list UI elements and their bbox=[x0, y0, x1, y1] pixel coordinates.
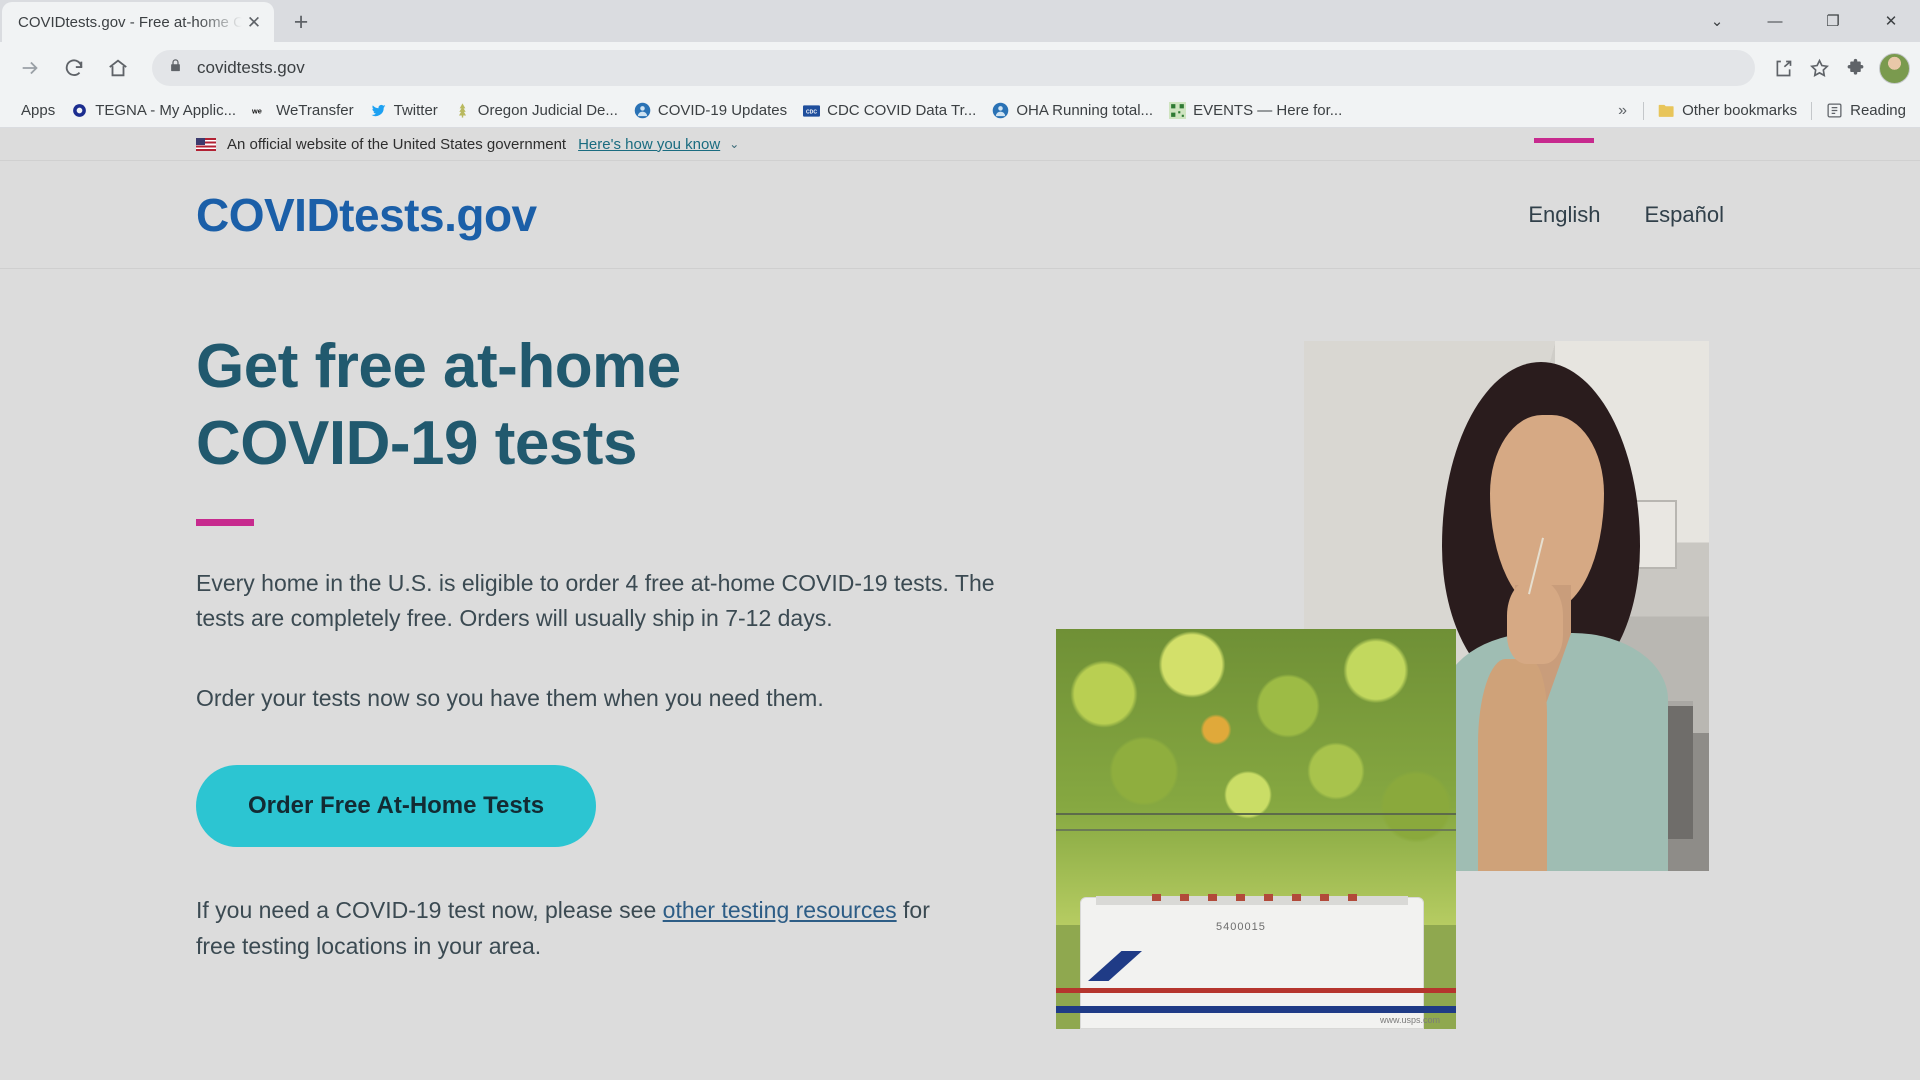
lock-icon bbox=[168, 58, 183, 78]
oha-person-icon bbox=[992, 102, 1009, 119]
us-flag-icon bbox=[196, 137, 216, 151]
page-title-line1: Get free at-home bbox=[196, 332, 681, 401]
truck-url: www.usps.com bbox=[1379, 1015, 1440, 1025]
window-controls: ⌄ — ❐ ✕ bbox=[1688, 0, 1920, 42]
bookmark-apps[interactable]: Apps bbox=[6, 98, 63, 124]
browser-toolbar: covidtests.gov bbox=[0, 42, 1920, 94]
wetransfer-icon: we bbox=[252, 102, 269, 119]
bookmark-item-oha-running-total[interactable]: OHA Running total... bbox=[984, 98, 1161, 124]
close-icon[interactable]: ✕ bbox=[242, 10, 266, 34]
hero-section: Get free at-home COVID-19 tests Every ho… bbox=[0, 269, 1920, 1029]
bookmarks-bar: Apps TEGNA - My Applic... we WeTransfer … bbox=[0, 94, 1920, 128]
home-icon[interactable] bbox=[98, 48, 138, 88]
note-text-before: If you need a COVID-19 test now, please … bbox=[196, 896, 663, 923]
page-content: An official website of the United States… bbox=[0, 128, 1920, 1080]
page-title-line2: COVID-19 tests bbox=[196, 408, 637, 478]
tegna-o-icon bbox=[71, 102, 88, 119]
bookmark-label: Apps bbox=[21, 102, 56, 119]
twitter-bird-icon bbox=[370, 102, 387, 119]
government-banner: An official website of the United States… bbox=[0, 128, 1920, 161]
browser-tab[interactable]: COVIDtests.gov - Free at-home C ✕ bbox=[2, 2, 274, 42]
bookmark-item-oregon-judicial[interactable]: Oregon Judicial De... bbox=[446, 98, 626, 124]
share-icon[interactable] bbox=[1765, 50, 1801, 86]
minimize-button[interactable]: — bbox=[1746, 0, 1804, 42]
svg-text:we: we bbox=[252, 106, 262, 115]
site-header: COVIDtests.gov English Español bbox=[0, 137, 1920, 269]
oregon-tree-icon bbox=[454, 102, 471, 119]
bookmark-label: WeTransfer bbox=[276, 102, 354, 119]
other-testing-note: If you need a COVID-19 test now, please … bbox=[196, 892, 936, 966]
hero-text-column: Get free at-home COVID-19 tests Every ho… bbox=[196, 329, 1026, 965]
tab-strip: COVIDtests.gov - Free at-home C ✕ + ⌄ — … bbox=[0, 0, 1920, 42]
bookmark-label: Other bookmarks bbox=[1682, 102, 1798, 119]
hero-image-collage: 5400015 www.usps.com bbox=[1056, 329, 1724, 1029]
hero-paragraph-2: Order your tests now so you have them wh… bbox=[196, 685, 824, 712]
bookmark-label: Reading bbox=[1850, 102, 1906, 119]
svg-text:CDC: CDC bbox=[806, 109, 817, 115]
maximize-button[interactable]: ❐ bbox=[1804, 0, 1862, 42]
language-switcher: English Español bbox=[1528, 137, 1724, 228]
new-tab-button[interactable]: + bbox=[284, 5, 318, 39]
covid-person-icon bbox=[634, 102, 651, 119]
reload-icon[interactable] bbox=[54, 48, 94, 88]
extensions-puzzle-icon[interactable] bbox=[1837, 50, 1873, 86]
bookmark-label: Twitter bbox=[393, 102, 438, 119]
gov-banner-text: An official website of the United States… bbox=[227, 135, 567, 153]
forward-icon[interactable] bbox=[10, 48, 50, 88]
profile-avatar[interactable] bbox=[1879, 52, 1910, 84]
bookmark-label: TEGNA - My Applic... bbox=[95, 102, 237, 119]
browser-window: COVIDtests.gov - Free at-home C ✕ + ⌄ — … bbox=[0, 0, 1920, 1080]
page-title: Get free at-home COVID-19 tests bbox=[196, 329, 1026, 483]
other-testing-resources-link[interactable]: other testing resources bbox=[663, 897, 897, 923]
site-logo[interactable]: COVIDtests.gov bbox=[196, 188, 537, 242]
close-window-button[interactable]: ✕ bbox=[1862, 0, 1920, 42]
usps-mail-truck-photo: 5400015 www.usps.com bbox=[1056, 629, 1456, 1029]
bookmark-item-events[interactable]: EVENTS — Here for... bbox=[1161, 98, 1350, 124]
other-bookmarks-folder[interactable]: Other bookmarks bbox=[1650, 98, 1805, 124]
bookmark-label: COVID-19 Updates bbox=[657, 102, 788, 119]
events-qr-icon bbox=[1169, 102, 1187, 119]
bookmark-label: EVENTS — Here for... bbox=[1193, 102, 1343, 119]
reading-list-button[interactable]: Reading bbox=[1818, 98, 1914, 124]
bookmark-item-cdc-tracker[interactable]: CDC CDC COVID Data Tr... bbox=[795, 98, 984, 124]
bookmark-star-icon[interactable] bbox=[1801, 50, 1837, 86]
bookmark-label: CDC COVID Data Tr... bbox=[827, 102, 977, 119]
reading-list-icon bbox=[1826, 102, 1843, 119]
pink-accent-rule bbox=[196, 518, 254, 526]
language-link-espanol[interactable]: Español bbox=[1644, 202, 1724, 228]
chevron-down-icon[interactable]: ⌄ bbox=[729, 137, 739, 151]
url-text: covidtests.gov bbox=[197, 58, 305, 77]
bookmark-item-wetransfer[interactable]: we WeTransfer bbox=[244, 98, 362, 124]
tab-title: COVIDtests.gov - Free at-home C bbox=[18, 13, 242, 31]
bookmark-item-twitter[interactable]: Twitter bbox=[362, 98, 446, 124]
bookmark-label: Oregon Judicial De... bbox=[477, 102, 618, 119]
truck-number: 5400015 bbox=[1216, 921, 1266, 933]
address-bar[interactable]: covidtests.gov bbox=[152, 50, 1755, 86]
divider bbox=[1643, 101, 1645, 120]
bookmark-item-tegna[interactable]: TEGNA - My Applic... bbox=[63, 98, 244, 124]
heres-how-you-know-link[interactable]: Here's how you know bbox=[578, 136, 720, 153]
bookmark-item-covid-updates[interactable]: COVID-19 Updates bbox=[626, 98, 795, 124]
folder-icon bbox=[1658, 102, 1675, 119]
order-free-tests-button[interactable]: Order Free At-Home Tests bbox=[196, 764, 597, 847]
chevron-down-icon[interactable]: ⌄ bbox=[1688, 0, 1746, 42]
bookmark-label: OHA Running total... bbox=[1016, 102, 1154, 119]
divider bbox=[1811, 101, 1813, 120]
bookmarks-overflow-icon[interactable]: » bbox=[1608, 102, 1637, 120]
hero-paragraph-1: Every home in the U.S. is eligible to or… bbox=[196, 569, 995, 632]
cdc-icon: CDC bbox=[803, 102, 821, 119]
language-link-english[interactable]: English bbox=[1528, 137, 1600, 228]
